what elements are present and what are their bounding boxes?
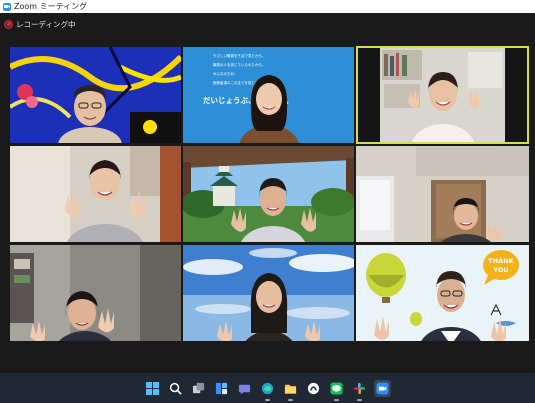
video-feed [183,245,354,341]
video-feed [358,48,527,142]
video-tile-participant-9[interactable]: THANK YOU [356,245,529,341]
store-icon[interactable] [305,380,322,397]
video-feed [356,146,529,242]
slack-icon[interactable] [351,380,368,401]
svg-text:職員の人を信じていられたから。: 職員の人を信じていられたから。 [213,62,266,67]
video-feed [10,146,181,242]
zoom-icon[interactable] [374,379,391,397]
video-feed: THANK YOU [356,245,529,341]
line-icon[interactable] [328,380,345,401]
widgets-icon[interactable] [213,380,230,397]
record-icon [4,19,13,29]
video-feed [10,47,181,143]
svg-text:みんなの力が、: みんなの力が、 [213,71,237,76]
windows-start-icon[interactable] [144,380,161,397]
video-tile-participant-4[interactable] [10,146,181,242]
video-tile-participant-5[interactable] [183,146,354,242]
recording-label: レコーディング中 [16,19,76,29]
thankyou-line2: YOU [492,266,508,274]
teams-chat-icon[interactable] [236,380,253,397]
video-tile-participant-2[interactable]: やさしい職員をそばで見たから。 職員の人を信じていられたから。 みんなの力が、 … [183,47,354,143]
video-tile-participant-3[interactable] [356,46,529,144]
zoom-app-icon [3,2,11,11]
video-tile-participant-8[interactable] [183,245,354,341]
video-tile-participant-7[interactable] [10,245,181,341]
window-title: Zoom ミーティング [14,2,88,11]
windows-taskbar [0,373,535,403]
svg-text:やさしい職員をそばで見たから。: やさしい職員をそばで見たから。 [213,53,266,58]
edge-icon[interactable] [259,380,276,401]
video-tile-participant-1[interactable] [10,47,181,143]
video-feed: やさしい職員をそばで見たから。 職員の人を信じていられたから。 みんなの力が、 … [183,47,354,143]
recording-indicator[interactable]: レコーディング中 [4,18,75,30]
video-feed [10,245,181,341]
window-titlebar: Zoom ミーティング [0,0,535,13]
video-feed [183,146,354,242]
file-explorer-icon[interactable] [282,380,299,401]
search-icon[interactable] [167,380,184,397]
video-tile-participant-6[interactable] [356,146,529,242]
thankyou-line1: THANK [488,257,514,265]
task-view-icon[interactable] [190,380,207,397]
